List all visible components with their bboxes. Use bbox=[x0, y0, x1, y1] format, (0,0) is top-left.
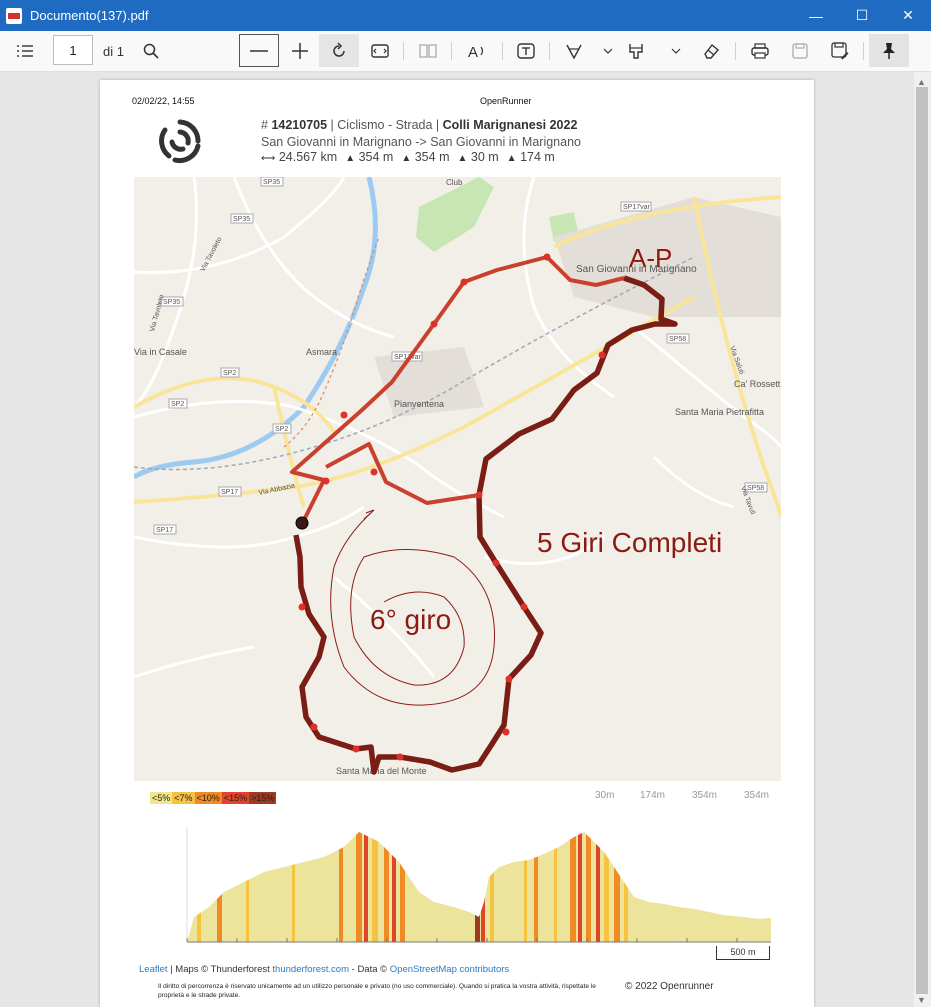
zoom-out-icon[interactable] bbox=[239, 34, 279, 67]
scroll-up-icon[interactable]: ▲ bbox=[917, 77, 926, 87]
route-line-main bbox=[293, 275, 678, 775]
max-altitude-icon: ▲ bbox=[506, 153, 517, 164]
toolbar-separator bbox=[403, 42, 404, 60]
route-id: 14210705 bbox=[271, 118, 328, 132]
map-label-asmara: Asmara bbox=[306, 347, 337, 357]
pin-icon[interactable] bbox=[869, 34, 909, 67]
profile-scale: 500 m bbox=[716, 946, 770, 960]
road-label-sp58: SP58 bbox=[669, 336, 686, 343]
road-label-sp35: SP35 bbox=[233, 216, 250, 223]
road-label-sp35: SP35 bbox=[163, 299, 180, 306]
openrunner-logo bbox=[155, 116, 205, 166]
window-title: Documento(137).pdf bbox=[30, 8, 149, 23]
route-id-prefix: # bbox=[261, 118, 268, 132]
text-icon[interactable] bbox=[512, 36, 540, 66]
map-attribution: Leaflet | Maps © Thunderforest thunderfo… bbox=[137, 963, 512, 976]
pdf-app-icon bbox=[6, 7, 22, 24]
read-aloud-icon[interactable]: A bbox=[462, 36, 492, 66]
route-stats: ⟷ 24.567 km ▲ 354 m ▲ 354 m ▲ 30 m ▲ 174… bbox=[261, 150, 555, 164]
scroll-down-icon[interactable]: ▼ bbox=[917, 995, 926, 1005]
attribution-data: - Data © bbox=[351, 964, 388, 975]
elevation-profile[interactable] bbox=[134, 782, 781, 977]
route-max-altitude: 174 m bbox=[520, 150, 555, 164]
route-min-altitude: 30 m bbox=[470, 150, 499, 164]
map-label-santa-maria-monte: Santa Maria del Monte bbox=[336, 766, 427, 776]
sixth-lap-annotation: 6° giro bbox=[370, 604, 451, 635]
map-label-via-tavoleto: Via Tavoleto bbox=[149, 294, 166, 333]
copyright: © 2022 Openrunner bbox=[625, 981, 714, 992]
map-label-santa-maria-pietrafitta: Santa Maria Pietrafitta bbox=[675, 407, 764, 417]
zoom-in-icon[interactable] bbox=[286, 36, 314, 66]
map-label-via-abbazia: Via Abbazia bbox=[258, 482, 296, 497]
print-icon[interactable] bbox=[746, 36, 774, 66]
map-label-ca-rossett: Ca' Rossett bbox=[734, 379, 781, 389]
route-ascent: 354 m bbox=[358, 150, 394, 164]
road-label-sp2: SP2 bbox=[223, 370, 236, 377]
maximize-button[interactable]: ☐ bbox=[839, 0, 885, 31]
road-label-sp35: SP35 bbox=[263, 179, 280, 186]
map-label-via-casale: Via in Casale bbox=[134, 347, 187, 357]
pdf-page: 02/02/22, 14:55 OpenRunner # 14210705 | … bbox=[100, 80, 814, 1007]
road-label-sp2: SP2 bbox=[275, 426, 288, 433]
park-area bbox=[416, 177, 494, 252]
road-label-sp17var: SP17var bbox=[623, 204, 651, 211]
descent-icon: ▲ bbox=[401, 153, 412, 164]
road-label-sp17: SP17 bbox=[221, 489, 238, 496]
map-label-club: Club bbox=[446, 178, 463, 187]
distance-icon: ⟷ bbox=[261, 153, 276, 164]
eraser-icon[interactable] bbox=[697, 36, 725, 66]
attribution-thunderforest: Thunderforest bbox=[210, 964, 270, 975]
route-descent: 354 m bbox=[414, 150, 450, 164]
toolbar-separator bbox=[863, 42, 864, 60]
chevron-down-icon[interactable] bbox=[598, 36, 618, 66]
map-label-via-tavoleto: Via Tavoleto bbox=[200, 236, 224, 273]
close-button[interactable]: ✕ bbox=[885, 0, 931, 31]
route-start-end: San Giovanni in Marignano -> San Giovann… bbox=[261, 135, 581, 149]
page-number-input[interactable]: 1 bbox=[53, 35, 93, 65]
scrollbar-thumb[interactable] bbox=[916, 87, 928, 994]
road-label-sp2: SP2 bbox=[171, 401, 184, 408]
print-header-site: OpenRunner bbox=[480, 96, 532, 106]
route-map[interactable]: SP35 SP35 SP35 SP17var SP17var SP58 SP58… bbox=[134, 177, 781, 781]
start-marker bbox=[295, 516, 309, 530]
save-icon[interactable] bbox=[786, 36, 814, 66]
route-title-line: # 14210705 | Ciclismo - Strada | Colli M… bbox=[261, 118, 577, 132]
page-total: di 1 bbox=[103, 44, 124, 59]
leaflet-link[interactable]: Leaflet bbox=[139, 964, 168, 975]
thunderforest-link[interactable]: thunderforest.com bbox=[272, 964, 349, 975]
legal-notice: Il diritto di percorrenza è riservato un… bbox=[158, 983, 596, 999]
start-annotation: A-P bbox=[629, 243, 672, 273]
full-laps-annotation: 5 Giri Completi bbox=[537, 527, 722, 558]
print-date: 02/02/22, 14:55 bbox=[132, 96, 195, 106]
road-label-sp58: SP58 bbox=[747, 485, 764, 492]
svg-text:A: A bbox=[468, 44, 478, 59]
search-icon[interactable] bbox=[137, 36, 165, 66]
contents-icon[interactable] bbox=[11, 36, 39, 66]
draw-icon[interactable] bbox=[560, 36, 588, 66]
fit-width-icon[interactable] bbox=[366, 36, 394, 66]
min-altitude-icon: ▲ bbox=[457, 153, 468, 164]
toolbar-separator bbox=[451, 42, 452, 60]
rotate-icon[interactable] bbox=[319, 34, 359, 67]
map-label-pianventena: Pianventena bbox=[394, 399, 444, 409]
road-label-sp17: SP17 bbox=[156, 527, 173, 534]
toolbar-separator bbox=[502, 42, 503, 60]
toolbar-separator bbox=[549, 42, 550, 60]
toolbar-separator bbox=[735, 42, 736, 60]
minimize-button[interactable]: — bbox=[793, 0, 839, 31]
save-as-icon[interactable] bbox=[826, 36, 854, 66]
title-bar: Documento(137).pdf — ☐ ✕ bbox=[0, 0, 931, 31]
route-category: | Ciclismo - Strada | bbox=[330, 118, 440, 132]
osm-link[interactable]: OpenStreetMap contributors bbox=[390, 964, 509, 975]
ascent-icon: ▲ bbox=[345, 153, 356, 164]
chevron-down-icon[interactable] bbox=[666, 36, 686, 66]
attribution-maps: | Maps © bbox=[170, 964, 209, 975]
two-page-icon[interactable] bbox=[414, 36, 442, 66]
highlight-icon[interactable] bbox=[622, 36, 650, 66]
route-distance: 24.567 km bbox=[278, 150, 338, 164]
route-name: Colli Marignanesi 2022 bbox=[442, 118, 578, 132]
